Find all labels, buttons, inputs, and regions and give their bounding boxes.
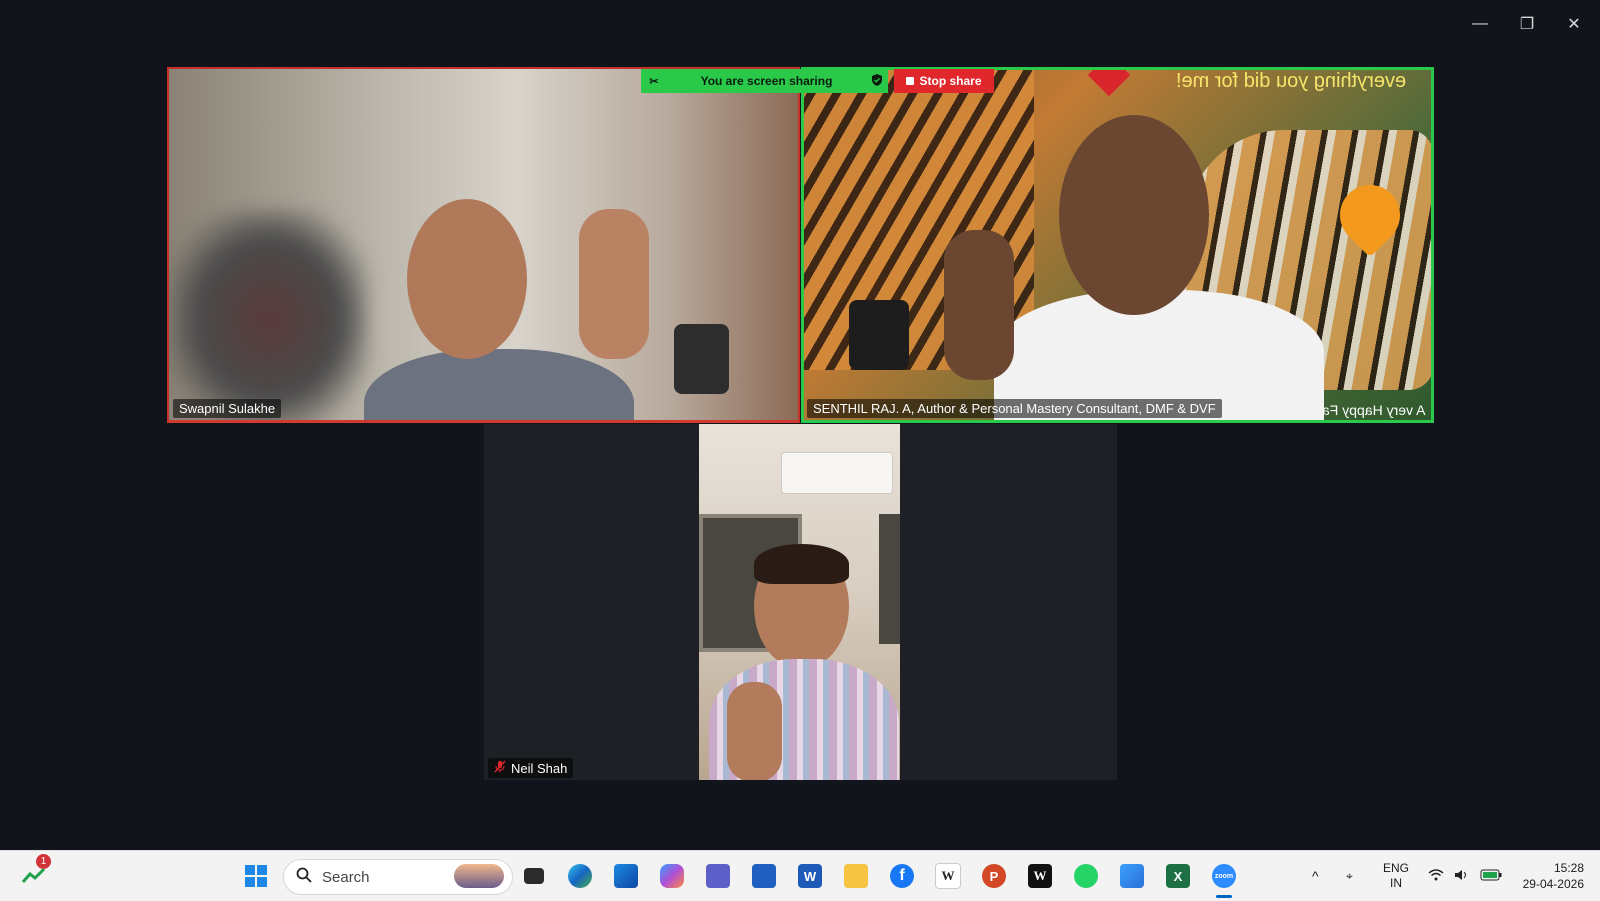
stop-share-label: Stop share	[919, 74, 982, 88]
wikipedia-w-icon: W	[1028, 864, 1052, 888]
edge-app[interactable]	[564, 860, 596, 892]
teams-icon	[706, 864, 730, 888]
facebook-icon: f	[890, 864, 914, 888]
participant-name-label: Swapnil Sulakhe	[173, 399, 282, 418]
store-app[interactable]	[748, 860, 780, 892]
pin-icon: ✂	[649, 75, 659, 88]
copilot-app[interactable]	[656, 860, 688, 892]
task-view-icon	[524, 868, 544, 884]
restore-icon: ❐	[1519, 16, 1535, 33]
video-feed: everything you did for me! A very Happy …	[804, 70, 1431, 420]
windows-logo-icon	[245, 865, 267, 887]
excel-app[interactable]: X	[1162, 860, 1194, 892]
show-hidden-icons-button[interactable]: ^	[1312, 851, 1319, 901]
clock-button[interactable]: 15:28 29-04-2026	[1508, 851, 1584, 901]
wifi-icon	[1428, 868, 1444, 884]
chevron-up-icon: ^	[1312, 868, 1319, 884]
input-language-button[interactable]: ENG IN	[1383, 851, 1409, 901]
shield-icon	[866, 73, 888, 89]
active-indicator	[1216, 895, 1232, 898]
background-text-top: everything you did for me!	[1175, 70, 1407, 92]
wikipedia-icon: W	[935, 863, 961, 889]
video-tile-swapnil[interactable]: Swapnil Sulakhe	[167, 67, 800, 423]
powerpoint-app[interactable]: P	[978, 860, 1010, 892]
copilot-icon	[660, 864, 684, 888]
outlook-icon	[614, 864, 638, 888]
participant-name: Neil Shah	[511, 760, 568, 776]
photos-app[interactable]	[1116, 860, 1148, 892]
background-text-bottom: A very Happy Fa	[1321, 402, 1426, 418]
video-feed	[169, 69, 798, 420]
search-placeholder: Search	[322, 868, 370, 886]
notification-badge: 1	[36, 854, 51, 869]
zoom-app[interactable]: zoom	[1208, 860, 1240, 898]
edge-icon	[568, 864, 592, 888]
teams-app[interactable]	[702, 860, 734, 892]
facebook-app[interactable]: f	[886, 860, 918, 892]
restore-button[interactable]: ❐	[1507, 10, 1547, 38]
clock-time: 15:28	[1553, 861, 1584, 875]
search-icon	[296, 867, 312, 887]
zoom-icon: zoom	[1212, 864, 1236, 888]
close-icon: ✕	[1567, 16, 1581, 33]
folder-icon	[844, 864, 868, 888]
screen-sharing-text: You are screen sharing	[700, 74, 833, 88]
start-button[interactable]	[240, 860, 272, 892]
powerpoint-icon: P	[982, 864, 1006, 888]
participant-name-label: SENTHIL RAJ. A, Author & Personal Master…	[807, 399, 1222, 418]
location-tray[interactable]: ⌖	[1346, 851, 1353, 901]
video-tile-neil[interactable]: Neil Shah	[484, 424, 1117, 780]
participant-name-label: Neil Shah	[488, 758, 574, 778]
stocks-icon	[21, 867, 46, 883]
wikipedia-app[interactable]: W	[932, 860, 964, 892]
video-tile-senthil[interactable]: everything you did for me! A very Happy …	[801, 67, 1434, 423]
language-label: ENG	[1383, 861, 1410, 875]
close-button[interactable]: ✕	[1554, 10, 1594, 38]
screen-sharing-banner[interactable]: ✂ You are screen sharing	[641, 69, 888, 93]
system-status-group[interactable]	[1428, 851, 1502, 901]
word-icon: W	[798, 864, 822, 888]
location-icon: ⌖	[1346, 868, 1353, 883]
region-label: IN	[1390, 876, 1402, 890]
whatsapp-app[interactable]	[1070, 860, 1102, 892]
outlook-app[interactable]	[610, 860, 642, 892]
excel-icon: X	[1166, 864, 1190, 888]
taskbar: 1 Search W f W P W X zoom ^ ⌖ ENG IN 15:…	[0, 850, 1600, 901]
battery-icon	[1480, 869, 1502, 884]
clock-date: 29-04-2026	[1522, 877, 1584, 891]
muted-mic-icon	[494, 760, 506, 776]
whatsapp-icon	[1074, 864, 1098, 888]
volume-icon	[1454, 869, 1470, 884]
wikipedia-w-app[interactable]: W	[1024, 860, 1056, 892]
task-view-button[interactable]	[518, 860, 550, 892]
taskbar-search-input[interactable]: Search	[283, 859, 513, 895]
stop-share-button[interactable]: Stop share	[894, 69, 994, 93]
word-app[interactable]: W	[794, 860, 826, 892]
video-feed	[699, 424, 900, 780]
file-explorer-app[interactable]	[840, 860, 872, 892]
stop-icon	[906, 77, 915, 85]
minimize-icon: —	[1472, 15, 1488, 32]
photos-icon	[1120, 864, 1144, 888]
search-highlight-image	[454, 864, 504, 888]
store-icon	[752, 864, 776, 888]
stocks-widget[interactable]: 1	[18, 854, 51, 892]
minimize-button[interactable]: —	[1460, 10, 1500, 38]
